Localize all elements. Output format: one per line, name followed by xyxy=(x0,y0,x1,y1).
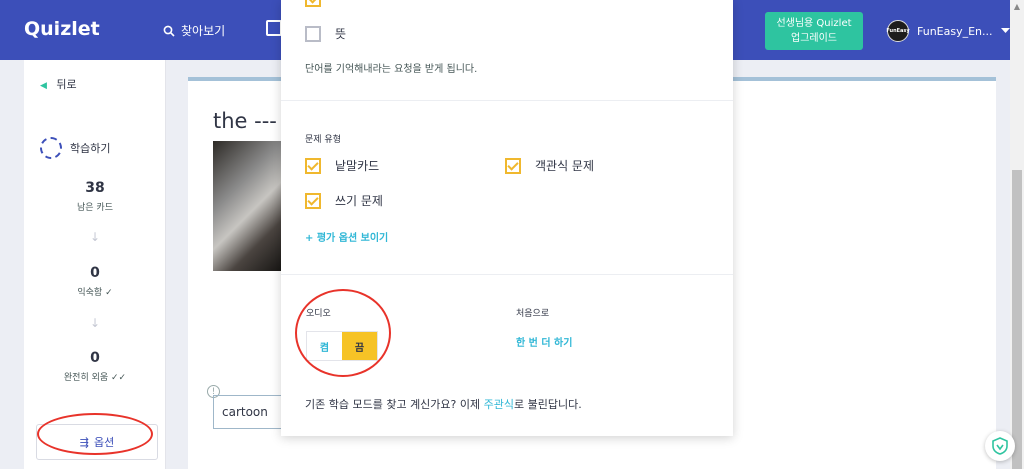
remaining-count: 38 xyxy=(85,180,105,196)
search-icon xyxy=(163,25,175,37)
divider xyxy=(281,100,733,101)
recall-hint: 단어를 기억해내라는 요청을 받게 됩니다. xyxy=(305,64,478,75)
flashcards-checkbox[interactable] xyxy=(305,157,321,174)
multiple-choice-checkbox[interactable] xyxy=(505,157,521,174)
quizlet-logo[interactable]: Quizlet xyxy=(24,18,100,40)
learn-sidebar: ◀ 뒤로 학습하기 38 남은 카드 ↓ 0 익숙함 ✓ ↓ 0 완전히 외움 … xyxy=(24,60,166,469)
audio-off-button[interactable]: 끔 xyxy=(342,332,377,360)
chevron-down-icon xyxy=(1000,28,1010,33)
card-term: the --- xyxy=(213,109,277,133)
multiple-choice-label: 객관식 문제 xyxy=(535,159,595,173)
divider xyxy=(281,274,733,275)
familiar-label: 익숙함 ✓ xyxy=(77,288,113,298)
chevron-left-icon: ◀ xyxy=(40,81,47,91)
written-label: 쓰기 문제 xyxy=(335,194,383,208)
multiple-choice-option[interactable]: 객관식 문제 xyxy=(505,157,594,174)
page-scrollbar[interactable]: ▲ xyxy=(1010,0,1024,469)
avatar: FunEasy xyxy=(886,20,910,42)
mastered-stat: 0 완전히 외움 ✓✓ xyxy=(24,350,166,383)
shield-extension-icon[interactable] xyxy=(985,431,1015,461)
learn-mode-label: 학습하기 xyxy=(70,142,111,155)
back-link[interactable]: ◀ 뒤로 xyxy=(40,76,77,92)
written-mode-link[interactable]: 주관식 xyxy=(484,398,514,411)
down-arrow-icon: ↓ xyxy=(89,230,101,244)
create-set-icon[interactable] xyxy=(266,20,282,36)
sliders-icon: ⇶ xyxy=(79,435,89,449)
footnote: 기존 학습 모드를 찾고 계신가요? 이제 주관식로 불린답니다. xyxy=(305,396,582,412)
shield-icon xyxy=(992,437,1008,455)
definition-checkbox[interactable] xyxy=(305,25,321,42)
definition-option[interactable]: 뜻 xyxy=(305,25,346,42)
card-image xyxy=(213,141,281,271)
search-nav-label: 찾아보기 xyxy=(181,24,226,38)
footnote-prefix: 기존 학습 모드를 찾고 계신가요? 이제 xyxy=(305,398,484,411)
upgrade-line1: 선생님용 Quizlet xyxy=(776,18,852,29)
scroll-up-arrow-icon[interactable]: ▲ xyxy=(1010,0,1024,14)
audio-toggle[interactable]: 켬 끔 xyxy=(306,331,378,361)
upgrade-button[interactable]: 선생님용 Quizlet 업그레이드 xyxy=(765,12,863,50)
flashcards-option[interactable]: 낱말카드 xyxy=(305,157,379,174)
remaining-stat: 38 남은 카드 xyxy=(24,180,166,213)
restart-link[interactable]: 한 번 더 하기 xyxy=(516,334,572,349)
term-checkbox[interactable] xyxy=(305,0,321,7)
learn-mode-header: 학습하기 xyxy=(40,137,110,159)
audio-heading: 오디오 xyxy=(306,309,331,319)
answer-input[interactable]: cartoon xyxy=(213,395,285,429)
options-modal: 뜻 단어를 기억해내라는 요청을 받게 됩니다. 문제 유형 낱말카드 객관식 … xyxy=(281,0,733,436)
options-button[interactable]: ⇶ 옵션 xyxy=(36,424,158,460)
scrollbar-thumb[interactable] xyxy=(1012,170,1022,469)
mastered-count: 0 xyxy=(90,350,100,366)
written-option[interactable]: 쓰기 문제 xyxy=(305,192,383,209)
down-arrow-icon: ↓ xyxy=(89,316,101,330)
question-types-heading: 문제 유형 xyxy=(305,135,341,145)
restart-heading: 처음으로 xyxy=(516,309,550,319)
flashcards-label: 낱말카드 xyxy=(335,159,380,173)
written-checkbox[interactable] xyxy=(305,192,321,209)
options-label: 옵션 xyxy=(93,436,115,449)
profile-menu[interactable]: FunEasy FunEasy_En... xyxy=(886,20,1010,42)
familiar-count: 0 xyxy=(90,265,100,281)
username: FunEasy_En... xyxy=(917,24,993,38)
definition-label: 뜻 xyxy=(335,27,347,41)
remaining-label: 남은 카드 xyxy=(77,203,113,213)
show-grading-options-link[interactable]: + 평가 옵션 보이기 xyxy=(305,229,388,244)
footnote-suffix: 로 불린답니다. xyxy=(514,398,582,411)
familiar-stat: 0 익숙함 ✓ xyxy=(24,265,166,298)
upgrade-line2: 업그레이드 xyxy=(791,33,837,44)
mastered-label: 완전히 외움 ✓✓ xyxy=(63,373,127,383)
back-label: 뒤로 xyxy=(56,78,77,91)
search-nav-link[interactable]: 찾아보기 xyxy=(163,22,225,39)
learn-mode-icon xyxy=(40,137,62,159)
audio-on-button[interactable]: 켬 xyxy=(307,332,342,360)
